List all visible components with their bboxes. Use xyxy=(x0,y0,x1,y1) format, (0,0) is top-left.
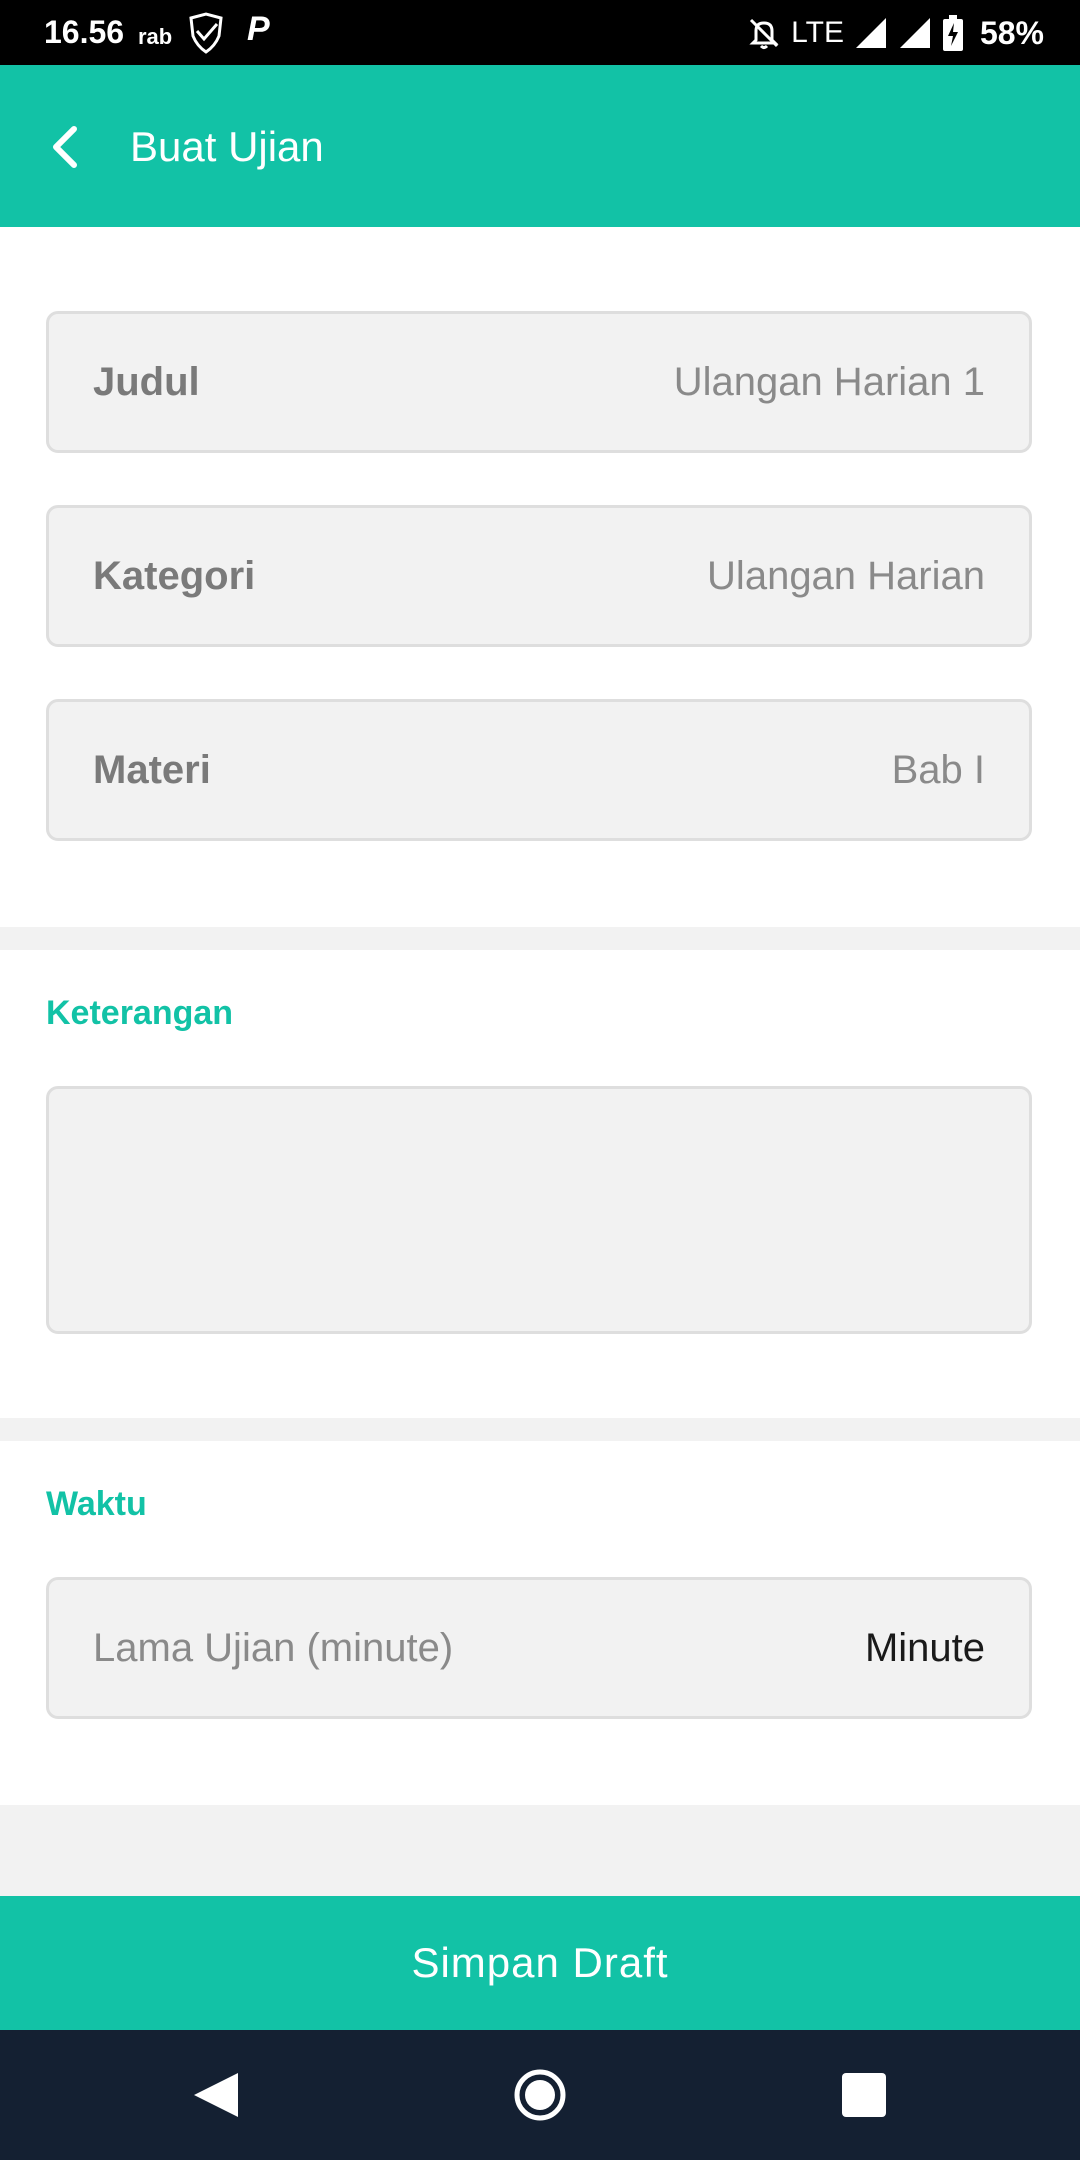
save-draft-button[interactable]: Simpan Draft xyxy=(0,1896,1080,2030)
keterangan-textarea[interactable] xyxy=(46,1086,1032,1334)
back-nav-icon[interactable] xyxy=(186,2065,246,2125)
waktu-label: Waktu xyxy=(46,1485,147,1523)
status-right-icons: LTE 58% xyxy=(747,12,1044,54)
status-day: rab xyxy=(138,24,173,49)
system-nav-bar xyxy=(0,2030,1080,2160)
battery-percent: 58% xyxy=(979,14,1044,51)
parking-app-icon: P xyxy=(247,10,270,48)
judul-field[interactable]: Judul Ulangan Harian 1 xyxy=(46,311,1032,453)
lama-ujian-value: Minute xyxy=(864,1625,985,1670)
keterangan-label: Keterangan xyxy=(46,994,234,1032)
kategori-field[interactable]: Kategori Ulangan Harian xyxy=(46,505,1032,647)
chevron-left-icon[interactable] xyxy=(44,119,84,175)
judul-value: Ulangan Harian 1 xyxy=(673,359,985,404)
lama-ujian-field[interactable]: Lama Ujian (minute) Minute xyxy=(46,1577,1032,1719)
status-time: 16.56 xyxy=(44,14,125,50)
kategori-label: Kategori xyxy=(93,553,256,598)
signal-icon xyxy=(899,18,930,48)
waktu-card: Waktu Lama Ujian (minute) Minute xyxy=(0,1441,1080,1805)
network-type: LTE xyxy=(791,16,844,49)
battery-charging-icon xyxy=(942,15,963,51)
materi-field[interactable]: Materi Bab I xyxy=(46,699,1032,841)
status-bar: 16.56 rab P LTE 58% xyxy=(0,0,1080,65)
keterangan-card: Keterangan xyxy=(0,950,1080,1418)
home-nav-icon[interactable] xyxy=(510,2065,570,2125)
materi-value: Bab I xyxy=(891,747,985,792)
materi-label: Materi xyxy=(93,747,211,792)
notifications-off-icon xyxy=(749,18,779,49)
signal-icon xyxy=(855,18,886,48)
lama-ujian-label: Lama Ujian (minute) xyxy=(93,1625,454,1670)
shield-check-icon xyxy=(189,12,223,54)
page-title: Buat Ujian xyxy=(130,123,324,170)
judul-label: Judul xyxy=(93,359,200,404)
kategori-value: Ulangan Harian xyxy=(707,553,985,598)
exam-info-card: Judul Ulangan Harian 1 Kategori Ulangan … xyxy=(0,227,1080,927)
app-bar: Buat Ujian xyxy=(0,65,1080,227)
recents-nav-icon[interactable] xyxy=(834,2065,894,2125)
